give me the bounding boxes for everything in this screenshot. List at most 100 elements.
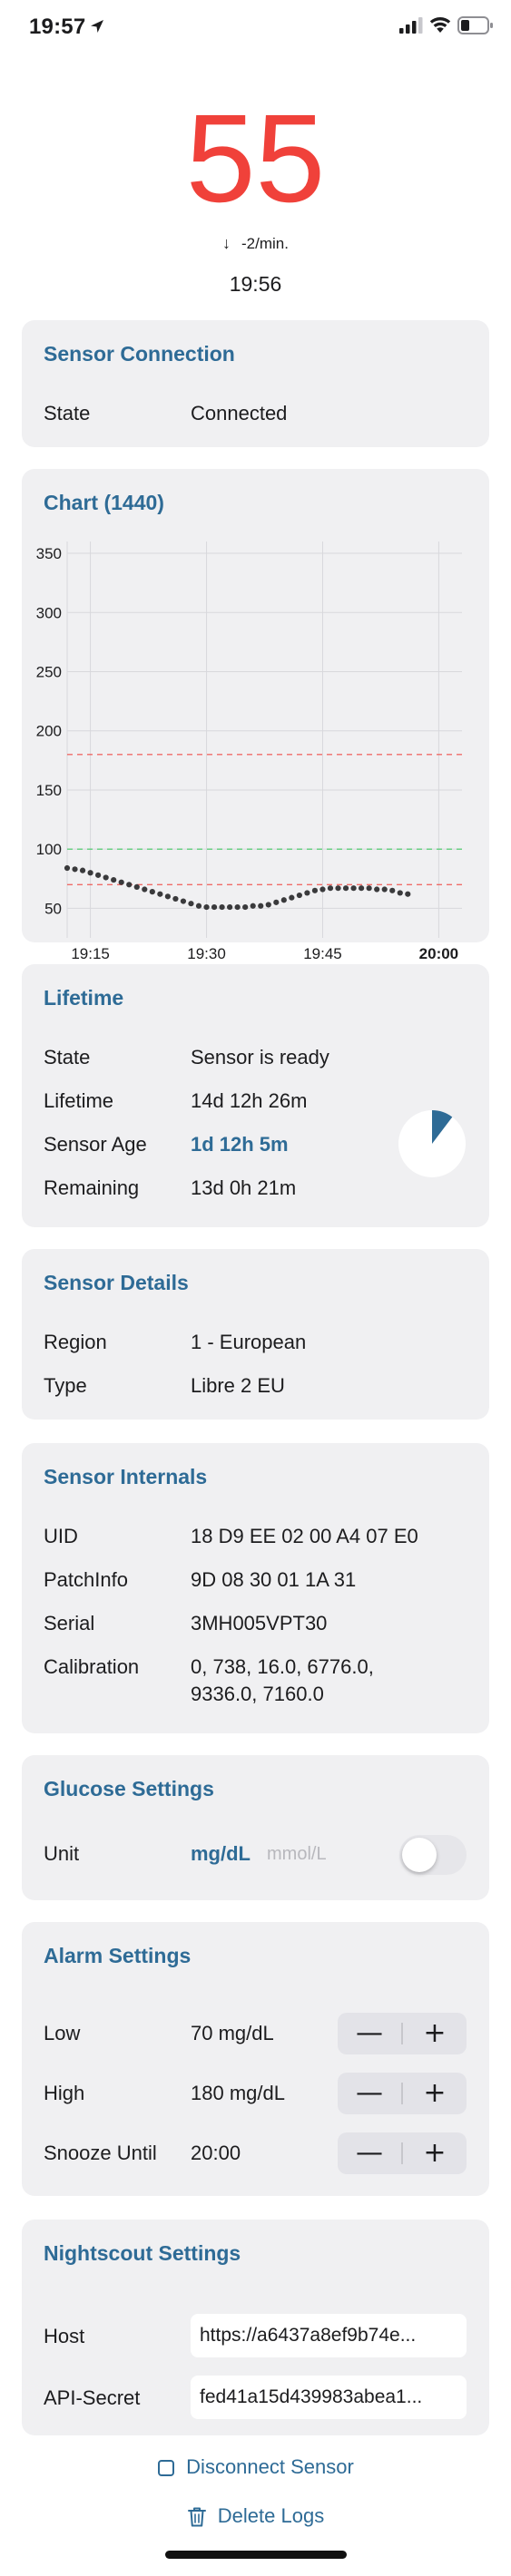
unit-mgdl-label: mg/dL [191, 1842, 251, 1865]
home-indicator [165, 2551, 347, 2559]
calibration-value-cont: 9336.0, 7160.0 [191, 1683, 324, 1705]
data-point [342, 885, 349, 892]
data-point [405, 891, 411, 897]
decrement-button[interactable]: — [338, 2013, 401, 2054]
alarm-high-value: 180 mg/dL [191, 2082, 285, 2104]
trend-text: -2/min. [241, 235, 289, 252]
data-point [296, 892, 302, 899]
data-point [188, 901, 194, 907]
y-tick-label: 150 [36, 782, 62, 799]
data-point [126, 882, 133, 888]
connection-state: Connected [191, 402, 288, 424]
alarm-high-stepper: — + [338, 2073, 467, 2114]
data-point [72, 866, 78, 873]
row-label: Host [44, 2325, 85, 2347]
data-point [195, 903, 202, 909]
status-time: 19:57 [29, 15, 86, 39]
data-point [265, 902, 271, 908]
decrement-button[interactable]: — [338, 2073, 401, 2114]
data-point [327, 885, 334, 892]
x-tick-label: 20:00 [419, 945, 458, 959]
row-label: Low [44, 2022, 81, 2044]
data-point [149, 889, 155, 895]
data-point [211, 903, 218, 911]
y-tick-label: 300 [36, 604, 62, 621]
data-point [280, 897, 287, 903]
delete-logs-label: Delete Logs [217, 2504, 325, 2527]
glucose-chart[interactable]: 50 100 150 200 250 300 350 19:15 19:30 19:45 20:00 [22, 532, 489, 959]
alarm-settings-card: Alarm Settings Low 70 mg/dL — + High 180… [22, 1922, 489, 2196]
disconnect-sensor-button[interactable]: Disconnect Sensor [0, 2455, 511, 2479]
delete-logs-button[interactable]: Delete Logs [0, 2504, 511, 2528]
row-label: Type [44, 1374, 87, 1397]
lifetime-value: 14d 12h 26m [191, 1089, 308, 1112]
sensor-age-pie [398, 1110, 466, 1177]
unit-toggle[interactable] [399, 1835, 467, 1875]
y-tick-label: 50 [44, 900, 62, 917]
data-point [64, 864, 71, 872]
glucose-settings-card: Glucose Settings Unit mg/dL mmol/L [22, 1755, 489, 1900]
increment-button[interactable]: + [403, 2132, 467, 2174]
wifi-icon [429, 17, 451, 33]
y-tick-label: 100 [36, 841, 62, 858]
section-title: Sensor Internals [44, 1465, 208, 1488]
x-tick-label: 19:15 [71, 945, 110, 959]
chart-card: Chart (1440) 50 100 150 200 250 300 350 19:15 19… [22, 469, 489, 959]
sensor-details-card: Sensor Details Region 1 - European Type … [22, 1249, 489, 1420]
data-point [133, 883, 140, 891]
reading-time: 19:56 [229, 272, 282, 296]
decrement-button[interactable]: — [338, 2132, 401, 2174]
row-label: Region [44, 1331, 107, 1353]
location-arrow-icon [91, 20, 103, 33]
trend-arrow-icon: ↓ [222, 234, 231, 252]
trend-row: ↓ -2/min. [0, 234, 511, 253]
data-point [350, 885, 357, 892]
serial-value: 3MH005VPT30 [191, 1612, 328, 1634]
y-tick-label: 350 [36, 545, 62, 562]
data-point [335, 885, 341, 892]
calibration-value: 0, 738, 16.0, 6776.0, [191, 1655, 374, 1678]
sensor-age-value: 1d 12h 5m [191, 1133, 289, 1156]
x-tick-label: 19:45 [303, 945, 342, 959]
glucose-value: 55 [185, 89, 326, 229]
increment-button[interactable]: + [403, 2013, 467, 2054]
data-point [242, 903, 249, 911]
data-point [273, 899, 280, 905]
sensor-connection-card: Sensor Connection State Connected [22, 320, 489, 447]
increment-button[interactable]: + [403, 2073, 467, 2114]
data-point [289, 894, 295, 901]
lifetime-card: Lifetime State Sensor is ready Lifetime … [22, 964, 489, 1227]
section-title: Glucose Settings [44, 1777, 214, 1800]
snooze-until-value: 20:00 [191, 2142, 241, 2164]
row-label: API-Secret [44, 2386, 141, 2409]
row-label: Unit [44, 1842, 80, 1865]
row-label: Remaining [44, 1176, 140, 1199]
trash-icon [187, 2507, 206, 2527]
host-field[interactable]: https://a6437a8ef9b74e... [191, 2314, 467, 2357]
section-title: Nightscout Settings [44, 2241, 241, 2265]
row-label: State [44, 1046, 91, 1068]
patchinfo-value: 9D 08 30 01 1A 31 [191, 1568, 357, 1591]
type-value: Libre 2 EU [191, 1374, 285, 1397]
x-tick-label: 19:30 [187, 945, 226, 959]
data-point [157, 891, 163, 897]
data-point [359, 885, 365, 892]
api-secret-field[interactable]: fed41a15d439983abea1... [191, 2376, 467, 2419]
row-label: Sensor Age [44, 1133, 147, 1156]
data-point [319, 886, 326, 893]
data-point [258, 903, 264, 909]
sensor-state: Sensor is ready [191, 1046, 329, 1068]
row-label: High [44, 2082, 85, 2104]
section-title: Sensor Connection [44, 342, 235, 366]
row-label: Lifetime [44, 1089, 114, 1112]
unit-mmol-label: mmol/L [267, 1844, 327, 1864]
data-point [366, 885, 372, 892]
data-point [219, 903, 225, 911]
toggle-knob [402, 1838, 437, 1872]
data-point [172, 895, 179, 903]
y-tick-label: 200 [36, 723, 62, 740]
battery-icon [457, 16, 493, 34]
data-point [95, 872, 102, 878]
data-point [389, 887, 396, 893]
disconnect-sensor-label: Disconnect Sensor [186, 2455, 354, 2478]
